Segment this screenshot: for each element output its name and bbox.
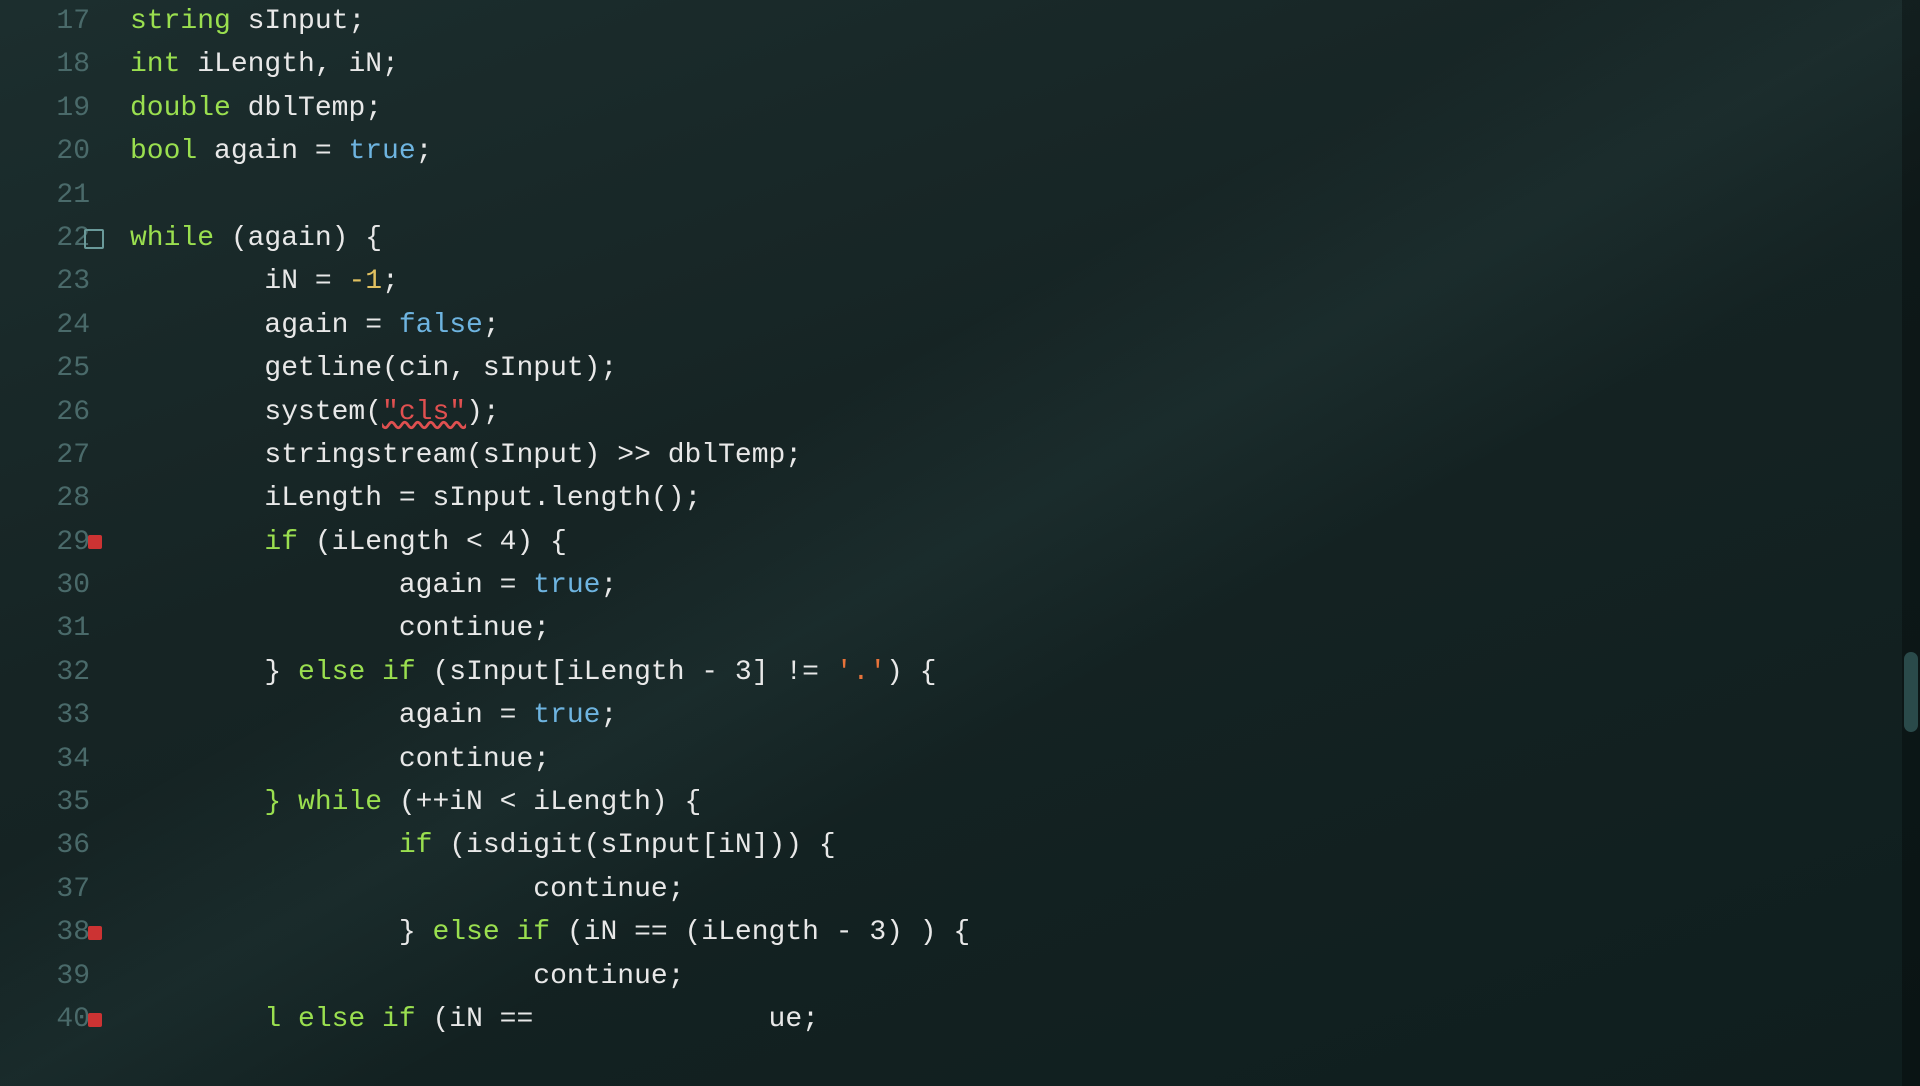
line-31: 31 [0, 607, 90, 650]
code-editor: 17 18 19 20 21 22 23 24 25 26 27 28 29 3… [0, 0, 1920, 1086]
line-26: 26 [0, 391, 90, 434]
line-30: 30 [0, 564, 90, 607]
code-line-20: bool again = true; [130, 130, 1920, 173]
code-line-33: again = true; [130, 694, 1920, 737]
line-19: 19 [0, 87, 90, 130]
code-line-26: system("cls"); [130, 391, 1920, 434]
code-line-22: while (again) { [130, 217, 1920, 260]
line-25: 25 [0, 347, 90, 390]
code-line-35: } while (++iN < iLength) { [130, 781, 1920, 824]
line-32: 32 [0, 651, 90, 694]
code-line-24: again = false; [130, 304, 1920, 347]
code-line-39: continue; [130, 955, 1920, 998]
line-40: 40 [0, 998, 90, 1041]
code-line-40: l else if (iN == ue; [130, 998, 1920, 1041]
code-line-34: continue; [130, 738, 1920, 781]
code-line-37: continue; [130, 868, 1920, 911]
line-37: 37 [0, 868, 90, 911]
line-27: 27 [0, 434, 90, 477]
line-numbers: 17 18 19 20 21 22 23 24 25 26 27 28 29 3… [0, 0, 100, 1086]
code-line-29: if (iLength < 4) { [130, 521, 1920, 564]
code-line-28: iLength = sInput.length(); [130, 477, 1920, 520]
code-line-25: getline(cin, sInput); [130, 347, 1920, 390]
line-36: 36 [0, 824, 90, 867]
line-38: 38 [0, 911, 90, 954]
line-39: 39 [0, 955, 90, 998]
line-24: 24 [0, 304, 90, 347]
code-line-27: stringstream(sInput) >> dblTemp; [130, 434, 1920, 477]
code-line-38: } else if (iN == (iLength - 3) ) { [130, 911, 1920, 954]
line-20: 20 [0, 130, 90, 173]
line-21: 21 [0, 174, 90, 217]
line-34: 34 [0, 738, 90, 781]
line-35: 35 [0, 781, 90, 824]
code-line-32: } else if (sInput[iLength - 3] != '.') { [130, 651, 1920, 694]
scrollbar-thumb[interactable] [1904, 652, 1918, 732]
line-17: 17 [0, 0, 90, 43]
code-line-31: continue; [130, 607, 1920, 650]
scrollbar-track[interactable] [1902, 0, 1920, 1086]
code-line-21 [130, 174, 1920, 217]
line-33: 33 [0, 694, 90, 737]
code-line-36: if (isdigit(sInput[iN])) { [130, 824, 1920, 867]
code-line-30: again = true; [130, 564, 1920, 607]
code-line-17: string sInput; [130, 0, 1920, 43]
line-29: 29 [0, 521, 90, 564]
line-28: 28 [0, 477, 90, 520]
code-line-23: iN = -1; [130, 260, 1920, 303]
line-23: 23 [0, 260, 90, 303]
code-content: string sInput; int iLength, iN; double d… [100, 0, 1920, 1086]
line-22: 22 [0, 217, 90, 260]
code-line-18: int iLength, iN; [130, 43, 1920, 86]
line-18: 18 [0, 43, 90, 86]
code-line-19: double dblTemp; [130, 87, 1920, 130]
